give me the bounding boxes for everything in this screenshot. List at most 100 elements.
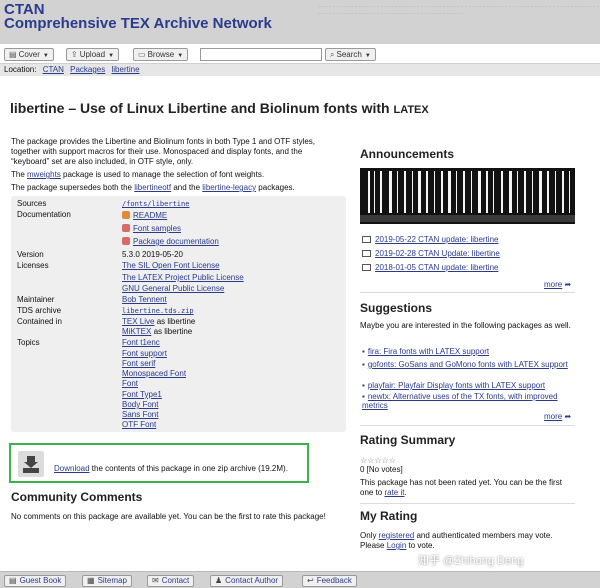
miktex-as: as libertine xyxy=(151,327,193,336)
guestbook-label: Guest Book xyxy=(19,576,62,585)
community-comments-text: No comments on this package are availabl… xyxy=(11,512,326,521)
feedback-label: Feedback xyxy=(316,576,352,585)
guestbook-button[interactable]: ▤ Guest Book xyxy=(4,575,67,587)
site-header: ˜ ˜ ˜ ˜ ˜ ˜ ˜ ˜ ˜ ˜ ˜ ˜ ˜ ˜ ˜ ˜ ˜ ˜ ˜ ˜ … xyxy=(0,0,600,44)
texlive-link[interactable]: TEX Live xyxy=(122,317,154,326)
description-p1: The package provides the Libertine and B… xyxy=(11,137,316,166)
announcement-item[interactable]: 2018-01-05 CTAN update: libertine xyxy=(362,263,498,272)
topic-link[interactable]: OTF Font xyxy=(122,420,156,430)
topic-link[interactable]: Font serif xyxy=(122,359,155,369)
font-samples-link[interactable]: Font samples xyxy=(133,224,181,233)
sitemap-icon: ▦ xyxy=(87,576,95,585)
maintainer-label: Maintainer xyxy=(17,295,55,304)
license-lppl-link[interactable]: The LATEX Project Public License xyxy=(122,273,244,283)
contained-texlive-row: TEX Live as libertine xyxy=(122,317,195,327)
user-icon: ♟ xyxy=(215,576,223,585)
rate-it-link[interactable]: rate it xyxy=(384,488,404,497)
readme-link[interactable]: README xyxy=(133,211,167,220)
topic-link[interactable]: Body Font xyxy=(122,400,158,410)
news-icon xyxy=(362,236,371,243)
search-label: Search xyxy=(336,50,362,59)
topic-link[interactable]: Font Type1 xyxy=(122,390,162,400)
suggestion-link[interactable]: playfair: Playfair Display fonts with LA… xyxy=(368,381,545,390)
suggestion-link[interactable]: gofonts: GoSans and GoMono fonts with LA… xyxy=(368,360,568,369)
upload-menu-button[interactable]: ⇪ Upload ▼ xyxy=(66,48,120,61)
news-icon xyxy=(362,250,371,257)
suggestion-item[interactable]: ▪ fira: Fira fonts with LATEX support xyxy=(362,347,574,356)
registered-link[interactable]: registered xyxy=(379,531,415,540)
topic-link[interactable]: Font support xyxy=(122,349,167,359)
package-doc-link[interactable]: Package documentation xyxy=(133,237,219,246)
breadcrumb-libertine[interactable]: libertine xyxy=(112,65,140,74)
announcements-more-link[interactable]: more ➦ xyxy=(544,280,571,289)
p2-prefix: The xyxy=(11,170,28,179)
footer-bar: ▤ Guest Book ▦ Sitemap ✉ Contact ♟ Contact A… xyxy=(0,571,600,588)
browse-menu-button[interactable]: ▭ Browse ▼ xyxy=(133,48,189,61)
caret-down-icon: ▼ xyxy=(364,53,371,59)
announcement-link[interactable]: 2019-05-22 CTAN update: libertine xyxy=(375,235,498,244)
site-title-long[interactable]: Comprehensive TEX Archive Network xyxy=(4,15,272,32)
login-link[interactable]: Login xyxy=(387,541,407,550)
page-title-text: libertine – Use of Linux Libertine and B… xyxy=(10,100,394,116)
my-rating-text1-suffix: and authenticated members may vote. xyxy=(414,531,553,540)
caret-down-icon: ▼ xyxy=(42,53,49,59)
mail-icon: ✉ xyxy=(152,576,159,585)
pdf-doc-icon xyxy=(122,237,130,245)
latex-logo: LATEX xyxy=(393,104,429,116)
rating-votes: 0 [No votes] xyxy=(360,465,403,474)
libertineotf-link[interactable]: libertineotf xyxy=(134,183,171,192)
more-label[interactable]: more xyxy=(544,412,562,421)
watermark-text: 知乎 @Zhihong Deng xyxy=(418,555,524,567)
topic-link[interactable]: Font t1enc xyxy=(122,338,160,348)
divider xyxy=(360,503,575,504)
doc-samples-row: Font samples xyxy=(122,224,181,234)
cover-menu-button[interactable]: ▤ Cover ▼ xyxy=(4,48,54,61)
suggestion-item[interactable]: ▪ playfair: Playfair Display fonts with L… xyxy=(362,381,574,390)
suggestion-link[interactable]: fira: Fira fonts with LATEX support xyxy=(368,347,489,356)
download-icon[interactable] xyxy=(18,451,44,477)
topic-link[interactable]: Monospaced Font xyxy=(122,369,186,379)
divider xyxy=(360,425,575,426)
libertine-legacy-link[interactable]: libertine-legacy xyxy=(202,183,256,192)
contact-author-label: Contact Author xyxy=(225,576,279,585)
topic-link[interactable]: Font xyxy=(122,379,138,389)
download-link[interactable]: Download xyxy=(54,464,90,473)
maintainer-link[interactable]: Bob Tennent xyxy=(122,295,167,305)
tds-label: TDS archive xyxy=(17,306,62,315)
breadcrumb-packages[interactable]: Packages xyxy=(70,65,105,74)
suggestion-item[interactable]: ▪ gofonts: GoSans and GoMono fonts with L… xyxy=(362,360,574,369)
suggestions-heading: Suggestions xyxy=(360,301,433,315)
share-arrow-icon: ➦ xyxy=(564,280,572,289)
texlive-as: as libertine xyxy=(154,317,196,326)
tds-archive-link[interactable]: libertine.tds.zip xyxy=(122,306,194,316)
more-label[interactable]: more xyxy=(544,280,562,289)
topic-link[interactable]: Sans Font xyxy=(122,410,158,420)
book-icon: ▤ xyxy=(9,50,17,59)
contact-button[interactable]: ✉ Contact xyxy=(147,575,195,587)
search-input[interactable] xyxy=(200,48,322,61)
p3-suffix: packages. xyxy=(256,183,295,192)
search-button[interactable]: ⌕ Search ▼ xyxy=(325,48,376,61)
contact-label: Contact xyxy=(161,576,190,585)
contact-author-button[interactable]: ♟ Contact Author xyxy=(210,575,284,587)
announcement-link[interactable]: 2019-02-28 CTAN Update: libertine xyxy=(375,249,500,258)
sources-link[interactable]: /fonts/libertine xyxy=(122,199,189,209)
mweights-link[interactable]: mweights xyxy=(27,170,61,179)
suggestion-link[interactable]: newtx: Alternative uses of the TX fonts,… xyxy=(362,392,558,410)
announcement-link[interactable]: 2018-01-05 CTAN update: libertine xyxy=(375,263,498,272)
feedback-button[interactable]: ↩ Feedback xyxy=(302,575,357,587)
announcement-item[interactable]: 2019-02-28 CTAN Update: libertine xyxy=(362,249,500,258)
announcement-item[interactable]: 2019-05-22 CTAN update: libertine xyxy=(362,235,498,244)
miktex-link[interactable]: MiKTEX xyxy=(122,327,151,336)
license-gpl-link[interactable]: GNU General Public License xyxy=(122,284,224,294)
folder-icon: ▭ xyxy=(138,50,146,59)
suggestions-more-link[interactable]: more ➦ xyxy=(544,412,571,421)
breadcrumb: Location: CTAN Packages libertine xyxy=(0,64,600,76)
announcements-heading: Announcements xyxy=(360,147,455,161)
description-p2: The mweights package is used to manage t… xyxy=(11,170,341,180)
breadcrumb-ctan[interactable]: CTAN xyxy=(43,65,64,74)
sitemap-button[interactable]: ▦ Sitemap xyxy=(82,575,132,587)
license-sil-link[interactable]: The SIL Open Font License xyxy=(122,261,220,271)
suggestion-item[interactable]: ▪ newtx: Alternative uses of the TX fonts… xyxy=(362,392,574,410)
my-rating-text2: Please Login to vote. xyxy=(360,541,575,551)
